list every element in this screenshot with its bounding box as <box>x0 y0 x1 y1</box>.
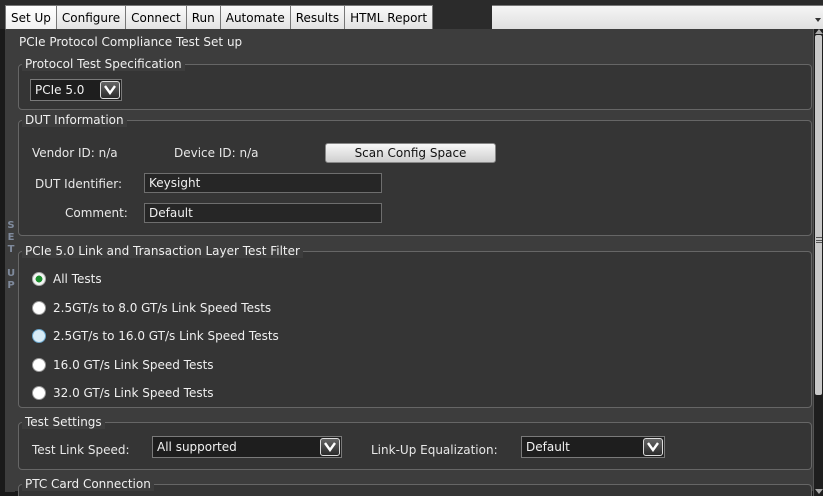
ptc-card-title: PTC Card Connection <box>22 477 154 491</box>
tab-html-report[interactable]: HTML Report <box>344 5 434 29</box>
radio-label: All Tests <box>53 272 102 286</box>
chevron-down-icon[interactable] <box>320 438 340 456</box>
dut-info-group <box>18 120 812 236</box>
vendor-id-label: Vendor ID: n/a <box>32 146 118 160</box>
radio-2p5-to-16[interactable] <box>32 329 46 343</box>
device-id-label: Device ID: n/a <box>174 146 259 160</box>
tab-bar: Set Up Configure Connect Run Automate Re… <box>0 0 823 29</box>
tab-bar-filler <box>492 5 823 29</box>
test-link-speed-select[interactable]: All supported <box>152 436 342 458</box>
dut-identifier-label: DUT Identifier: <box>35 177 123 191</box>
radio-label: 16.0 GT/s Link Speed Tests <box>53 358 214 372</box>
radio-label: 2.5GT/s to 8.0 GT/s Link Speed Tests <box>53 301 272 315</box>
radio-label: 32.0 GT/s Link Speed Tests <box>53 386 214 400</box>
side-label: S E T U P <box>5 30 15 492</box>
tab-scroll-icon[interactable] <box>815 18 821 22</box>
link-up-equalization-label: Link-Up Equalization: <box>371 443 498 457</box>
filter-option-2p5-to-16[interactable]: 2.5GT/s to 16.0 GT/s Link Speed Tests <box>32 327 279 345</box>
vertical-scrollbar[interactable] <box>813 29 823 496</box>
side-label-text: S E T U P <box>6 220 16 291</box>
test-settings-title: Test Settings <box>22 415 105 429</box>
dut-identifier-field[interactable] <box>144 173 382 193</box>
tab-automate[interactable]: Automate <box>219 5 291 29</box>
tab-strip: Set Up Configure Connect Run Automate Re… <box>5 5 434 29</box>
tab-set-up[interactable]: Set Up <box>5 5 57 29</box>
test-link-speed-value: All supported <box>157 440 237 454</box>
radio-32[interactable] <box>32 386 46 400</box>
protocol-spec-value: PCIe 5.0 <box>35 83 85 97</box>
scroll-down-icon[interactable] <box>815 489 823 494</box>
radio-16[interactable] <box>32 358 46 372</box>
comment-label: Comment: <box>65 206 128 220</box>
filter-option-2p5-to-8[interactable]: 2.5GT/s to 8.0 GT/s Link Speed Tests <box>32 299 271 317</box>
radio-2p5-to-8[interactable] <box>32 301 46 315</box>
tab-connect[interactable]: Connect <box>125 5 187 29</box>
radio-label: 2.5GT/s to 16.0 GT/s Link Speed Tests <box>53 329 279 343</box>
link-up-equalization-select[interactable]: Default <box>521 436 665 458</box>
chevron-down-icon[interactable] <box>643 438 663 456</box>
test-link-speed-label: Test Link Speed: <box>32 443 130 457</box>
link-up-equalization-value: Default <box>526 440 570 454</box>
protocol-spec-select[interactable]: PCIe 5.0 <box>30 79 122 101</box>
tab-results[interactable]: Results <box>289 5 346 29</box>
tab-configure[interactable]: Configure <box>55 5 127 29</box>
tab-run[interactable]: Run <box>185 5 221 29</box>
page-title: PCIe Protocol Compliance Test Set up <box>19 35 243 49</box>
filter-option-32[interactable]: 32.0 GT/s Link Speed Tests <box>32 384 214 402</box>
grip-icon <box>816 237 822 243</box>
dut-info-title: DUT Information <box>22 113 127 127</box>
filter-option-all-tests[interactable]: All Tests <box>32 270 102 288</box>
filter-option-16[interactable]: 16.0 GT/s Link Speed Tests <box>32 356 214 374</box>
protocol-spec-title: Protocol Test Specification <box>22 57 185 71</box>
test-filter-title: PCIe 5.0 Link and Transaction Layer Test… <box>22 244 303 258</box>
radio-all-tests[interactable] <box>32 272 46 286</box>
chevron-down-icon[interactable] <box>100 81 120 99</box>
scrollbar-thumb[interactable] <box>815 35 822 395</box>
scan-config-space-button[interactable]: Scan Config Space <box>325 143 496 163</box>
scroll-up-icon[interactable] <box>815 29 823 34</box>
comment-field[interactable] <box>144 203 382 223</box>
